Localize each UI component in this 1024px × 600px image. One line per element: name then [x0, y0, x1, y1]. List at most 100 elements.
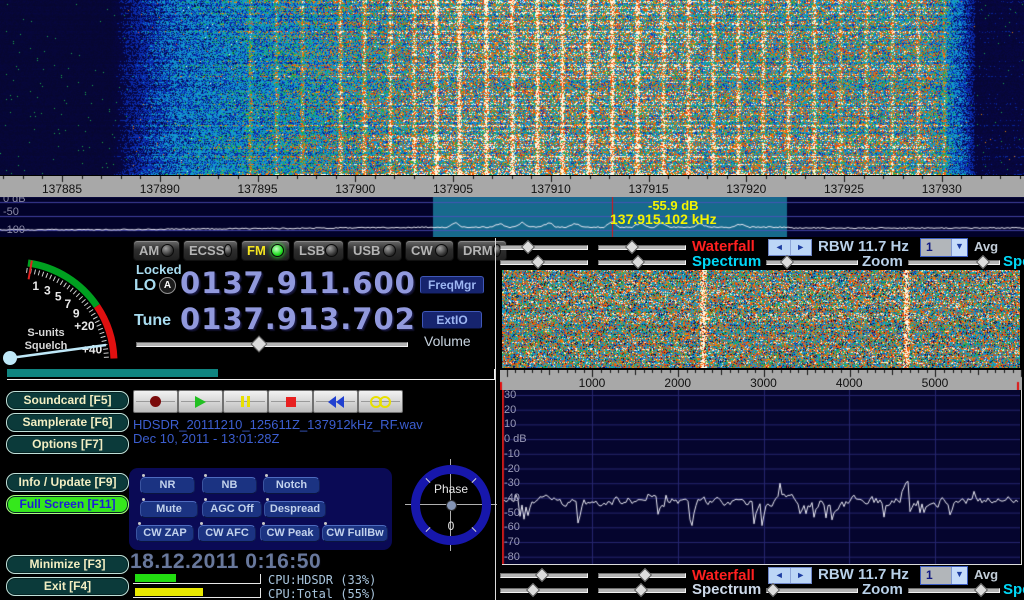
squelch-level-bar[interactable] [7, 369, 495, 380]
waterfall-brightness-slider[interactable] [500, 241, 588, 253]
agc-button[interactable]: AGC Off [202, 501, 262, 518]
volume-slider[interactable] [136, 338, 408, 350]
cw-afc-button[interactable]: CW AFC [198, 525, 256, 542]
zoom-slider-2[interactable] [766, 584, 858, 596]
mode-led-icon [383, 244, 396, 257]
audio-scale-label: 4000 [836, 376, 863, 390]
waterfall-contrast-slider[interactable] [598, 241, 686, 253]
soundcard-button[interactable]: Soundcard [F5] [6, 391, 129, 410]
chevron-down-icon[interactable]: ▼ [951, 239, 967, 256]
spinner-right-arrow-icon[interactable]: ► [791, 240, 812, 255]
extio-button[interactable]: ExtIO [422, 311, 482, 329]
mode-led-icon [271, 244, 284, 257]
spectrum-label-2: Spectrum [692, 581, 761, 598]
spinner-right-arrow-icon[interactable]: ► [791, 568, 812, 583]
audio-db-label: -80 [504, 551, 520, 563]
lo-frequency-value[interactable]: 0137.911.600 [180, 266, 416, 300]
zoom-slider[interactable] [766, 256, 858, 268]
rbw-spinner-2[interactable]: ◄► [768, 567, 812, 584]
full-screen-button[interactable]: Full Screen [F11] [6, 495, 129, 514]
freq-scale-label: 137920 [726, 182, 766, 196]
spectrum-contrast-slider-2[interactable] [598, 584, 686, 596]
spectrum-label: Spectrum [692, 253, 761, 270]
mode-led-icon [161, 244, 174, 257]
rf-waterfall-display[interactable] [0, 0, 1024, 175]
slider-thumb[interactable] [974, 583, 988, 597]
slider-thumb[interactable] [638, 568, 652, 582]
waterfall-brightness-slider-2[interactable] [500, 569, 588, 581]
spinner-left-arrow-icon[interactable]: ◄ [769, 568, 791, 583]
slider-thumb[interactable] [625, 240, 639, 254]
chevron-down-icon[interactable]: ▼ [951, 567, 967, 584]
auto-badge[interactable]: A [159, 277, 176, 294]
avg-dropdown-2[interactable]: 1 ▼ [920, 566, 968, 585]
phase-indicator: Phase 0 [405, 459, 497, 551]
volume-slider-thumb[interactable] [251, 336, 268, 353]
avg-dropdown-value: 1 [921, 567, 951, 584]
slider-thumb[interactable] [780, 255, 794, 269]
stop-button[interactable] [268, 390, 313, 413]
audio-spectrum-display[interactable] [502, 390, 1020, 564]
avg-dropdown[interactable]: 1 ▼ [920, 238, 968, 257]
freq-scale-label: 137910 [531, 182, 571, 196]
audio-scale-label: 2000 [664, 376, 691, 390]
cw-peak-button[interactable]: CW Peak [260, 525, 320, 542]
lo-label: LO [134, 277, 156, 295]
cw-zap-button[interactable]: CW ZAP [136, 525, 194, 542]
slider-thumb[interactable] [634, 583, 648, 597]
mode-button-lsb[interactable]: LSB [293, 240, 344, 261]
slider-thumb[interactable] [631, 255, 645, 269]
rf-spectrum-display[interactable] [0, 196, 1024, 237]
mute-button[interactable]: Mute [140, 501, 198, 518]
freqmgr-button[interactable]: FreqMgr [420, 276, 484, 294]
slider-thumb[interactable] [526, 583, 540, 597]
loop-button[interactable] [358, 390, 403, 413]
despread-button[interactable]: Despread [264, 501, 326, 518]
nb-button[interactable]: NB [202, 477, 257, 494]
slider-thumb[interactable] [521, 240, 535, 254]
options-button[interactable]: Options [F7] [6, 435, 129, 454]
spectrum-brightness-slider[interactable] [500, 256, 588, 268]
mode-button-am[interactable]: AM [133, 240, 180, 261]
rewind-button[interactable] [313, 390, 358, 413]
slider-thumb[interactable] [535, 568, 549, 582]
mode-button-ecss[interactable]: ECSS [183, 240, 238, 261]
mode-button-cw[interactable]: CW [405, 240, 454, 261]
rf-frequency-scale[interactable]: 1378851378901378951379001379051379101379… [0, 175, 1024, 197]
nr-button[interactable]: NR [140, 477, 195, 494]
exit-button[interactable]: Exit [F4] [6, 577, 129, 596]
notch-button[interactable]: Notch [263, 477, 320, 494]
rbw-spinner[interactable]: ◄► [768, 239, 812, 256]
pause-button[interactable] [223, 390, 268, 413]
cw-fullbw-button[interactable]: CW FullBw [322, 525, 388, 542]
avg-label-2: Avg [974, 567, 998, 582]
volume-slider-track [136, 342, 408, 347]
strip-db-label: -100 [3, 224, 25, 236]
slider-thumb[interactable] [766, 583, 780, 597]
mode-button-fm[interactable]: FM [241, 240, 290, 261]
spectrum-contrast-slider[interactable] [598, 256, 686, 268]
play-button[interactable] [178, 390, 223, 413]
mode-button-usb[interactable]: USB [347, 240, 402, 261]
record-button[interactable] [133, 390, 178, 413]
dsp-panel: NR NB Notch Mute AGC Off Despread CW ZAP… [129, 468, 392, 550]
info-update-button[interactable]: Info / Update [F9] [6, 473, 129, 492]
spinner-left-arrow-icon[interactable]: ◄ [769, 240, 791, 255]
audio-frequency-scale[interactable]: 10002000300040005000 [500, 370, 1022, 390]
cpu-hdsdr-bar [133, 574, 261, 584]
slider-thumb[interactable] [531, 255, 545, 269]
squelch-knob[interactable] [3, 351, 17, 365]
waterfall-contrast-slider-2[interactable] [598, 569, 686, 581]
minimize-button[interactable]: Minimize [F3] [6, 555, 129, 574]
cpu-hdsdr-fill [135, 574, 176, 582]
hdsdr-app: 1378851378901378951379001379051379101379… [0, 0, 1024, 600]
freq-scale-label: 137905 [433, 182, 473, 196]
spectrum-brightness-slider-2[interactable] [500, 584, 588, 596]
speed-slider[interactable] [908, 256, 1000, 268]
audio-db-label: -70 [504, 536, 520, 548]
slider-thumb[interactable] [976, 255, 990, 269]
audio-waterfall-display[interactable] [502, 270, 1020, 368]
samplerate-button[interactable]: Samplerate [F6] [6, 413, 129, 432]
tune-frequency-value[interactable]: 0137.913.702 [180, 302, 416, 336]
speed-slider-2[interactable] [908, 584, 1000, 596]
